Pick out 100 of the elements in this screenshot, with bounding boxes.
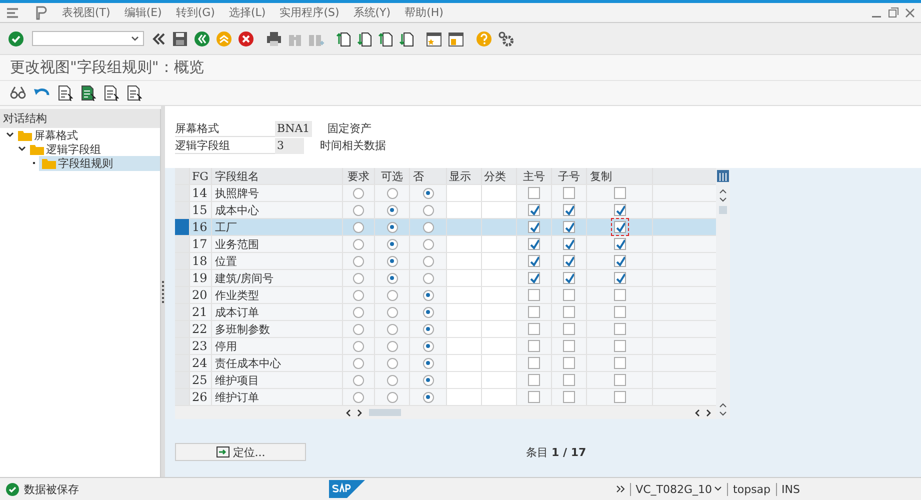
menu-item[interactable]: 表视图(T) (62, 5, 110, 20)
scroll-up-icon[interactable] (719, 402, 728, 408)
settings-icon[interactable] (498, 30, 514, 46)
input-cell[interactable] (482, 321, 517, 337)
tree-item[interactable]: 逻辑字段组 (27, 142, 160, 156)
page-icon[interactable] (378, 30, 393, 46)
column-header[interactable]: 可选 (375, 168, 410, 184)
checkbox[interactable] (563, 221, 575, 233)
radio-button[interactable] (353, 256, 364, 266)
window-icon[interactable] (426, 30, 442, 46)
checkbox[interactable] (614, 357, 626, 369)
input-cell[interactable] (482, 389, 517, 405)
input-cell[interactable] (447, 321, 482, 337)
tree-item[interactable]: 字段组规则 (39, 156, 160, 170)
help-icon[interactable] (476, 30, 492, 46)
input-cell[interactable] (482, 185, 517, 201)
menu-item[interactable]: 系统(Y) (353, 5, 391, 20)
radio-button[interactable] (422, 340, 434, 352)
radio-button[interactable] (422, 374, 434, 386)
checkbox[interactable] (528, 221, 540, 233)
row-selector[interactable] (175, 219, 190, 235)
input-cell[interactable] (447, 389, 482, 405)
column-header[interactable]: 显示 (447, 168, 482, 184)
splitter-handle[interactable] (161, 106, 165, 477)
scroll-up-icon[interactable] (719, 188, 728, 194)
scroll-down-icon[interactable] (719, 197, 728, 203)
radio-button[interactable] (386, 358, 398, 368)
cancel-icon[interactable] (238, 30, 254, 46)
expand-icon[interactable] (616, 485, 625, 493)
input-cell[interactable] (447, 270, 482, 286)
input-cell[interactable] (447, 185, 482, 201)
checkbox[interactable] (614, 187, 626, 199)
expand-icon[interactable] (18, 145, 26, 153)
input-cell[interactable] (482, 372, 517, 388)
checkbox[interactable] (614, 306, 626, 318)
checkbox[interactable] (563, 391, 575, 403)
input-cell[interactable] (482, 253, 517, 269)
radio-button[interactable] (422, 290, 434, 300)
input-cell[interactable] (482, 270, 517, 286)
checkbox[interactable] (528, 374, 540, 386)
menu-item[interactable]: 选择(L) (228, 5, 266, 20)
input-cell[interactable] (447, 338, 482, 354)
input-cell[interactable] (482, 304, 517, 320)
checkbox[interactable] (614, 391, 626, 403)
checkbox[interactable] (614, 204, 626, 216)
input-cell[interactable] (482, 355, 517, 371)
document-icon[interactable] (58, 85, 73, 101)
radio-button[interactable] (386, 374, 398, 386)
save-icon[interactable] (172, 30, 188, 46)
checkbox[interactable] (614, 272, 626, 284)
scroll-left-icon[interactable] (694, 408, 700, 416)
glasses-icon[interactable] (10, 85, 26, 101)
column-header[interactable]: 复制 (587, 168, 653, 184)
radio-button[interactable] (386, 340, 398, 352)
radio-button[interactable] (422, 358, 434, 368)
checkbox[interactable] (528, 272, 540, 284)
checkbox[interactable] (528, 187, 540, 199)
column-settings-icon[interactable] (717, 170, 730, 185)
checkbox[interactable] (563, 374, 575, 386)
position-button[interactable]: 定位... (175, 443, 306, 461)
checkbox[interactable] (528, 357, 540, 369)
page-icon[interactable] (357, 30, 372, 46)
menu-item[interactable]: 帮助(H) (404, 5, 444, 20)
radio-button[interactable] (353, 374, 364, 386)
radio-button[interactable] (353, 204, 364, 216)
column-header[interactable]: 要求 (343, 168, 375, 184)
checkbox[interactable] (614, 255, 626, 267)
menu-item[interactable]: 编辑(E) (124, 5, 162, 20)
document-icon[interactable] (127, 85, 142, 101)
scroll-thumb[interactable] (719, 206, 728, 214)
command-field[interactable] (32, 31, 144, 46)
radio-button[interactable] (353, 324, 364, 334)
radio-button[interactable] (353, 188, 364, 198)
input-cell[interactable] (447, 236, 482, 252)
scroll-left-icon[interactable] (345, 408, 351, 416)
back-icon[interactable] (194, 30, 210, 46)
checkbox[interactable] (563, 306, 575, 318)
checkbox[interactable] (614, 374, 626, 386)
column-header[interactable]: 主号 (517, 168, 552, 184)
input-cell[interactable] (447, 202, 482, 218)
pin-icon[interactable] (34, 6, 48, 20)
checkbox[interactable] (563, 204, 575, 216)
restore-icon[interactable] (888, 7, 899, 18)
radio-button[interactable] (386, 188, 398, 198)
scroll-down-icon[interactable] (719, 411, 728, 417)
checkbox[interactable] (528, 306, 540, 318)
radio-button[interactable] (422, 272, 434, 284)
print-icon[interactable] (266, 30, 282, 46)
input-cell[interactable] (482, 202, 517, 218)
radio-button[interactable] (353, 238, 364, 250)
checkbox[interactable] (563, 272, 575, 284)
checkbox[interactable] (563, 323, 575, 335)
checkbox[interactable] (614, 340, 626, 352)
radio-button[interactable] (386, 272, 398, 284)
radio-button[interactable] (386, 392, 398, 402)
scroll-right-icon[interactable] (357, 408, 363, 416)
window-icon[interactable] (448, 30, 464, 46)
up-icon[interactable] (216, 30, 232, 46)
input-cell[interactable] (447, 355, 482, 371)
page-icon[interactable] (336, 30, 351, 46)
